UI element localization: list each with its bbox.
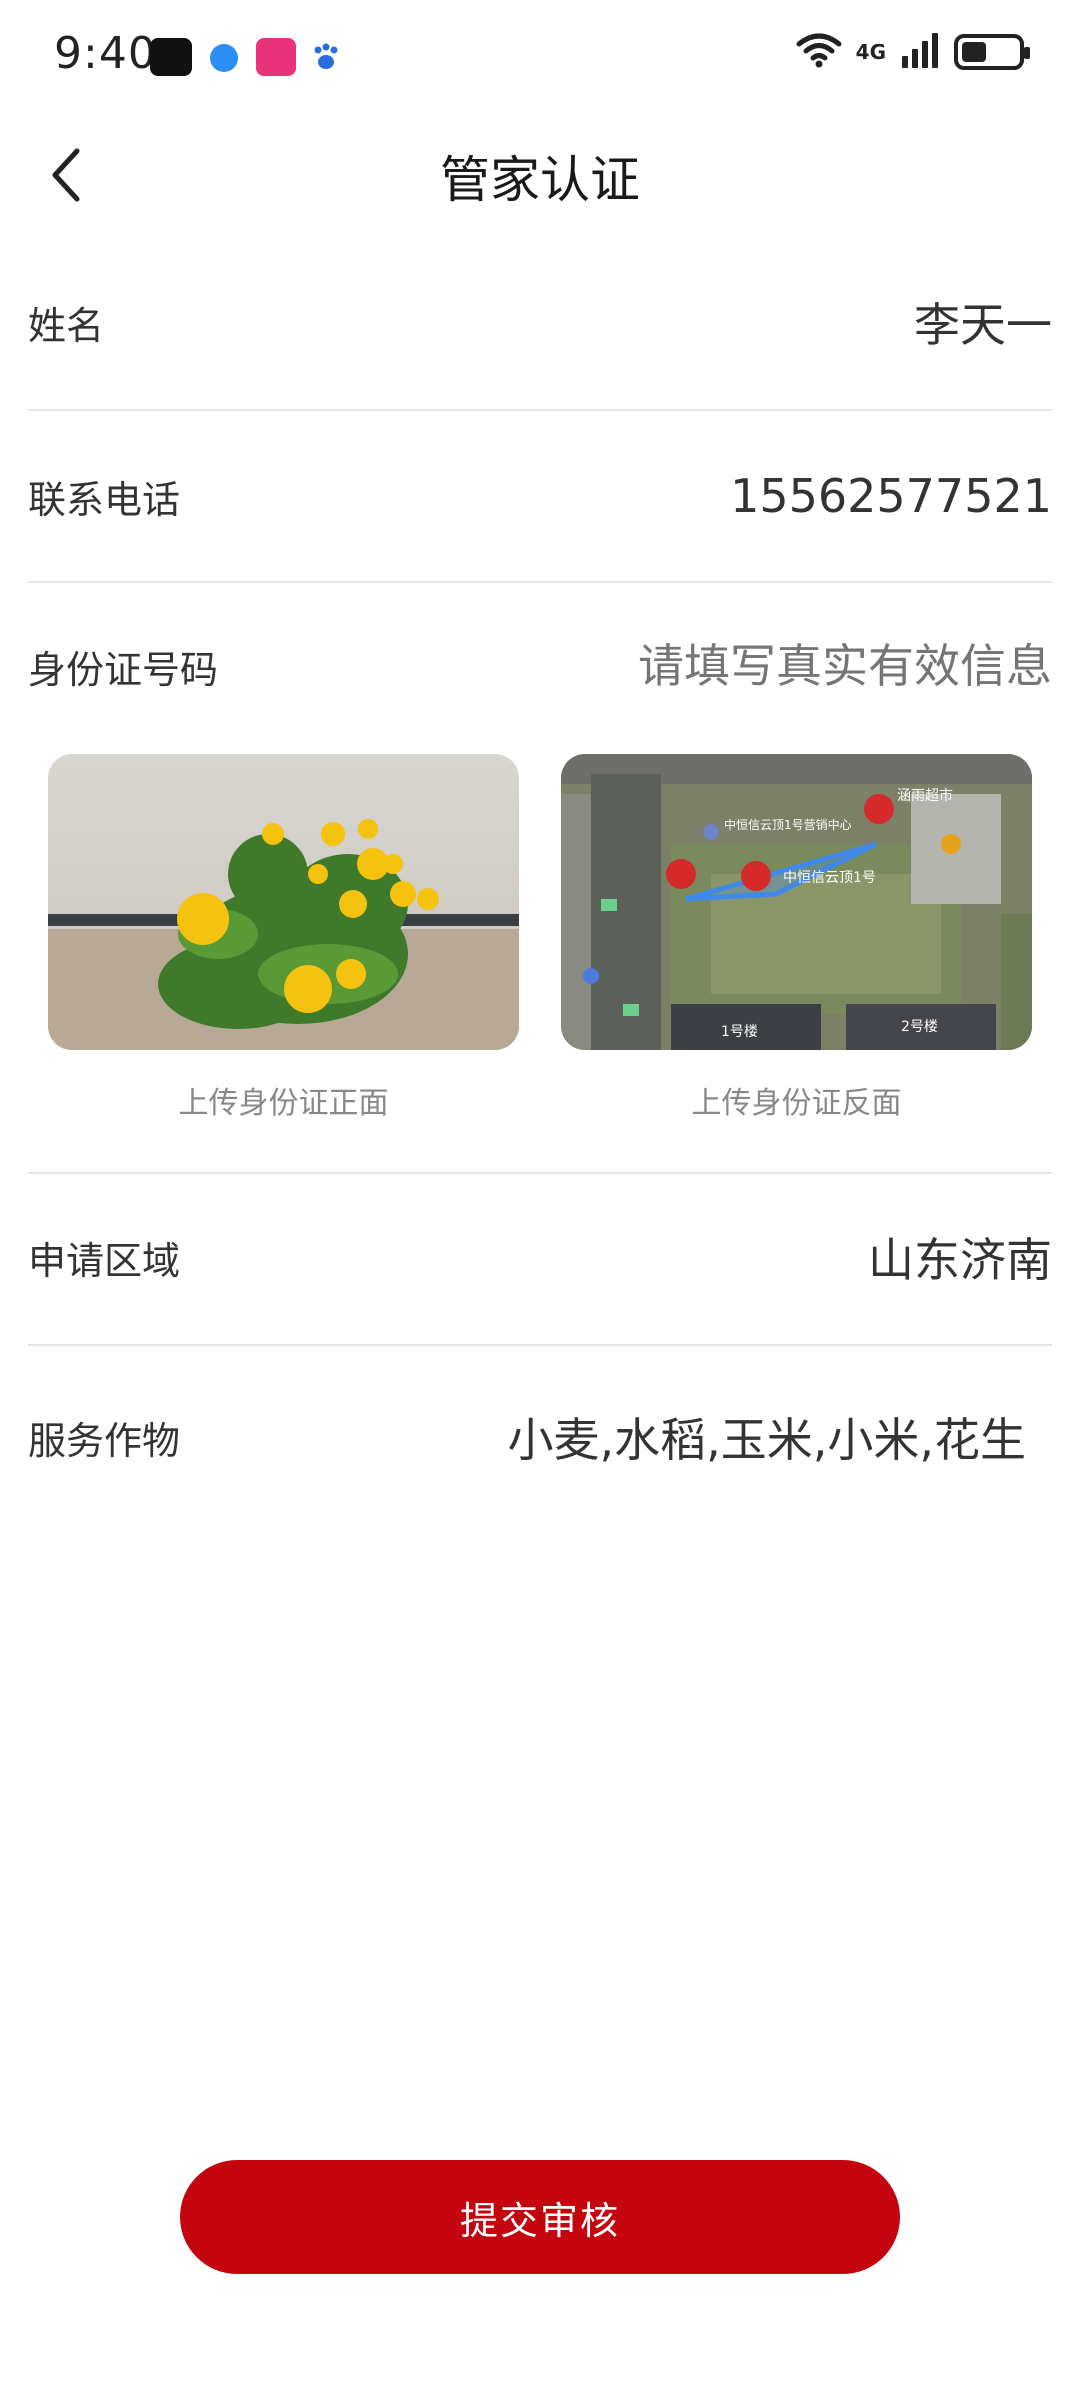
nav-header: 管家认证 bbox=[0, 120, 1080, 225]
name-row[interactable]: 姓名 李天一 bbox=[28, 290, 1052, 354]
id-back-caption: 上传身份证反面 bbox=[691, 1086, 902, 1121]
id-back-upload[interactable]: 涵雨超市 中恒信云顶1号营销中心 中恒信云顶1号 1号楼 2号楼 bbox=[561, 754, 1032, 1050]
phone-row[interactable]: 联系电话 15562577521 bbox=[28, 464, 1052, 528]
divider bbox=[28, 1172, 1052, 1174]
id-front-caption: 上传身份证正面 bbox=[178, 1086, 389, 1121]
map-label-building2: 2号楼 bbox=[901, 1019, 938, 1035]
id-front-upload[interactable] bbox=[48, 754, 519, 1050]
signal-icon bbox=[900, 32, 940, 72]
crops-value[interactable]: 小麦,水稻,玉米,小米,花生 bbox=[508, 1404, 1027, 1470]
map-label-sales-center: 中恒信云顶1号营销中心 bbox=[724, 817, 852, 832]
map-label-site: 中恒信云顶1号 bbox=[783, 870, 876, 886]
id-number-row: 身份证号码 bbox=[28, 634, 1052, 698]
divider bbox=[28, 409, 1052, 411]
status-bar: 9:40 4G bbox=[0, 0, 1080, 110]
notification-browser-icon bbox=[210, 44, 238, 72]
notification-app-icon bbox=[150, 38, 192, 76]
id-back-image: 涵雨超市 中恒信云顶1号营销中心 中恒信云顶1号 1号楼 2号楼 bbox=[561, 754, 1032, 1050]
phone-label: 联系电话 bbox=[28, 477, 181, 522]
id-front-image bbox=[48, 754, 519, 1050]
crops-label: 服务作物 bbox=[28, 1418, 181, 1463]
divider bbox=[28, 1344, 1052, 1346]
status-time: 9:40 bbox=[54, 28, 157, 79]
network-type: 4G bbox=[855, 40, 886, 64]
phone-value[interactable]: 15562577521 bbox=[730, 469, 1052, 523]
notification-shop-icon bbox=[256, 38, 296, 76]
crops-row[interactable]: 服务作物 小麦,水稻,玉米,小米,花生 bbox=[28, 1405, 1052, 1469]
name-value[interactable]: 李天一 bbox=[914, 289, 1052, 355]
submit-button[interactable]: 提交审核 bbox=[180, 2160, 900, 2274]
region-row[interactable]: 申请区域 山东济南 bbox=[28, 1225, 1052, 1289]
page-title: 管家认证 bbox=[440, 151, 640, 209]
map-label-store: 涵雨超市 bbox=[897, 787, 953, 804]
map-label-building1: 1号楼 bbox=[721, 1024, 758, 1040]
id-number-label: 身份证号码 bbox=[28, 647, 219, 692]
battery-icon bbox=[954, 34, 1030, 70]
region-label: 申请区域 bbox=[28, 1238, 181, 1283]
status-indicators: 4G bbox=[796, 32, 1030, 72]
region-value[interactable]: 山东济南 bbox=[868, 1224, 1052, 1290]
page: 9:40 4G 管家认证 姓名 李天一 联系电话 15562577521 身份证… bbox=[0, 0, 1080, 2389]
divider bbox=[28, 581, 1052, 583]
name-label: 姓名 bbox=[28, 303, 105, 348]
id-number-input[interactable] bbox=[452, 639, 1052, 693]
notification-paw-icon bbox=[312, 42, 340, 72]
wifi-icon bbox=[796, 32, 842, 72]
